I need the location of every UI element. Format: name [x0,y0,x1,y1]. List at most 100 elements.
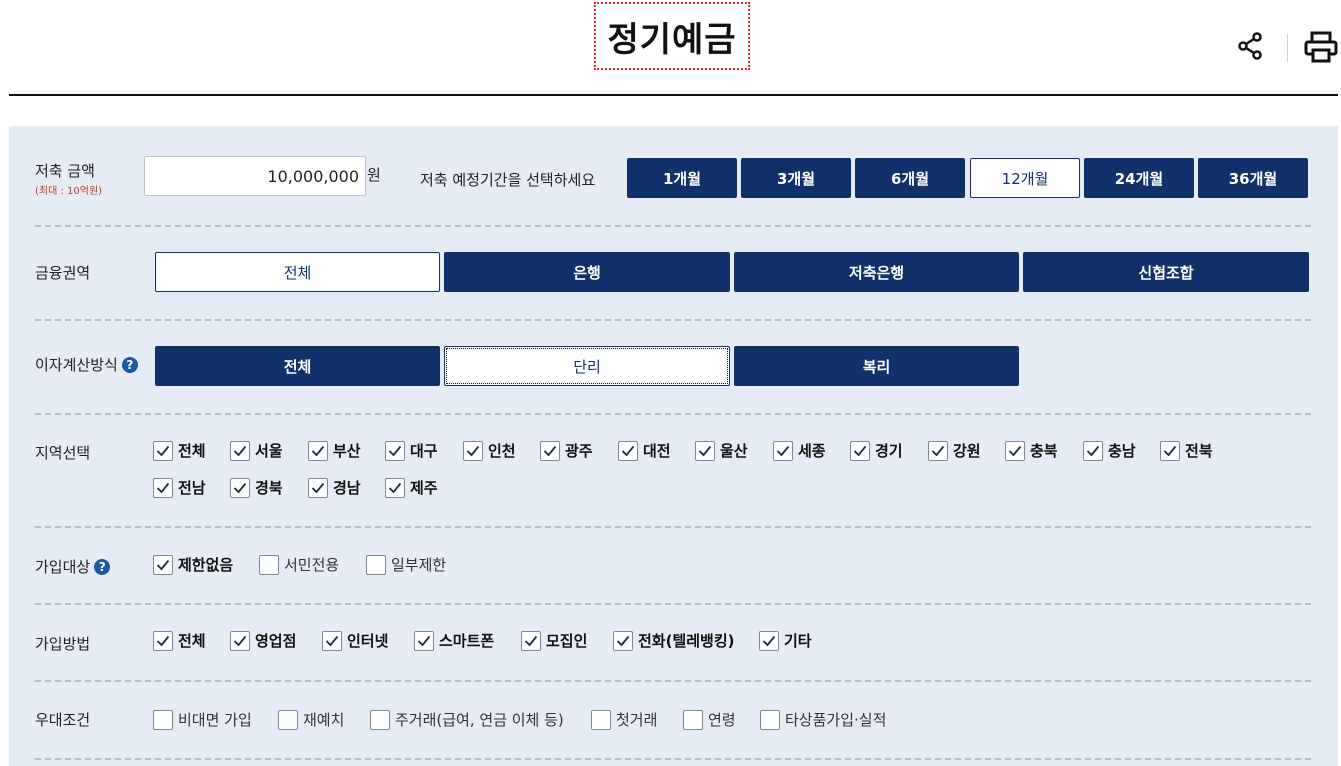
region-checkbox[interactable]: 경북 [230,477,283,498]
interest-simple-button[interactable]: 단리 [444,346,730,386]
checkmark-icon[interactable] [153,630,173,651]
region-checkbox[interactable]: 경기 [850,440,903,461]
amount-input[interactable] [144,156,366,196]
sector-all-button[interactable]: 전체 [155,252,440,292]
region-checkbox[interactable]: 울산 [695,440,748,461]
checkbox-box[interactable] [278,709,298,730]
region-row: 지역선택 전체 서울 부산 대구 인천 광주 대전 울산 세종 경기 강원 충북 충남 전북 전남 경북 경남 제… [9,414,1338,528]
benefit-checkbox[interactable]: 연령 [683,709,736,730]
checkmark-icon[interactable] [1005,440,1025,461]
checkbox-box[interactable] [760,709,780,730]
checkbox-box[interactable] [366,554,386,575]
sector-savings-bank-button[interactable]: 저축은행 [734,252,1019,292]
benefit-checkbox[interactable]: 첫거래 [591,709,657,730]
method-checkbox[interactable]: 모집인 [521,630,587,651]
checkmark-icon[interactable] [308,440,328,461]
checkmark-icon[interactable] [540,440,560,461]
benefit-checkbox[interactable]: 재예치 [278,709,344,730]
checkmark-icon[interactable] [230,440,250,461]
region-checkbox[interactable]: 제주 [385,477,438,498]
checkmark-icon[interactable] [308,477,328,498]
target-checkbox[interactable]: 일부제한 [366,554,446,575]
region-checkbox-label: 제주 [410,479,438,497]
checkmark-icon[interactable] [153,477,173,498]
region-checkbox[interactable]: 서울 [230,440,283,461]
period-1-month-button[interactable]: 1개월 [627,158,737,198]
period-24-month-button[interactable]: 24개월 [1084,158,1194,198]
checkmark-icon[interactable] [773,440,793,461]
sector-label: 금융권역 [35,264,91,282]
checkmark-icon[interactable] [695,440,715,461]
sector-row: 금융권역 전체 은행 저축은행 신협조합 [9,226,1338,321]
interest-compound-button[interactable]: 복리 [734,346,1019,386]
region-checkbox[interactable]: 인천 [463,440,516,461]
method-checkbox-label: 영업점 [255,632,297,650]
target-checkbox[interactable]: 서민전용 [259,554,339,575]
region-checkbox[interactable]: 전북 [1160,440,1213,461]
share-icon[interactable] [1236,31,1264,61]
region-checkbox[interactable]: 충남 [1083,440,1136,461]
checkmark-icon[interactable] [613,630,633,651]
period-3-month-button[interactable]: 3개월 [741,158,851,198]
checkmark-icon[interactable] [385,440,405,461]
checkmark-icon[interactable] [385,477,405,498]
method-label: 가입방법 [35,635,91,653]
region-checkbox[interactable]: 경남 [308,477,361,498]
checkmark-icon[interactable] [1160,440,1180,461]
method-checkbox-label: 스마트폰 [439,632,495,650]
method-checkbox[interactable]: 전화(텔레뱅킹) [613,630,735,651]
method-checkbox[interactable]: 인터넷 [322,630,388,651]
region-checkbox-label: 대전 [643,442,671,460]
checkbox-box[interactable] [370,709,390,730]
checkmark-icon[interactable] [153,440,173,461]
checkbox-box[interactable] [683,709,703,730]
region-checkbox[interactable]: 세종 [773,440,826,461]
period-12-month-button[interactable]: 12개월 [970,158,1080,198]
target-checkbox[interactable]: 제한없음 [153,554,233,575]
benefit-row: 우대조건 비대면 가입 재예치 주거래(급여, 연금 이체 등) 첫거래 연령 타상품가입… [9,680,1338,760]
question-icon[interactable]: ? [121,357,138,373]
method-checkbox[interactable]: 기타 [759,630,812,651]
region-checkbox[interactable]: 광주 [540,440,593,461]
region-checkbox[interactable]: 충북 [1005,440,1058,461]
checkbox-box[interactable] [153,709,173,730]
checkmark-icon[interactable] [463,440,483,461]
checkmark-icon[interactable] [928,440,948,461]
region-checkbox[interactable]: 대구 [385,440,438,461]
benefit-checkbox[interactable]: 비대면 가입 [153,709,252,730]
method-checkbox-label: 전화(텔레뱅킹) [638,632,735,650]
region-checkbox[interactable]: 강원 [928,440,981,461]
checkmark-icon[interactable] [618,440,638,461]
interest-label-text: 이자계산방식 [35,356,118,374]
checkmark-icon[interactable] [153,554,173,575]
checkbox-box[interactable] [591,709,611,730]
question-icon[interactable]: ? [94,559,111,575]
region-checkbox[interactable]: 전체 [153,440,206,461]
period-36-month-button[interactable]: 36개월 [1198,158,1308,198]
print-icon[interactable] [1304,31,1338,63]
checkmark-icon[interactable] [414,630,434,651]
checkmark-icon[interactable] [230,477,250,498]
method-checkbox[interactable]: 스마트폰 [414,630,494,651]
interest-all-button[interactable]: 전체 [155,346,440,386]
region-checkbox[interactable]: 전남 [153,477,206,498]
benefit-checkbox[interactable]: 주거래(급여, 연금 이체 등) [370,709,564,730]
region-checkbox[interactable]: 부산 [308,440,361,461]
sector-credit-union-button[interactable]: 신협조합 [1023,252,1309,292]
benefit-checkbox[interactable]: 타상품가입·실적 [760,709,886,730]
checkmark-icon[interactable] [1083,440,1103,461]
period-6-month-button[interactable]: 6개월 [855,158,965,198]
checkbox-box[interactable] [259,554,279,575]
checkmark-icon[interactable] [322,630,342,651]
region-checkbox-label: 울산 [720,442,748,460]
method-checkbox[interactable]: 영업점 [230,630,296,651]
checkmark-icon[interactable] [521,630,541,651]
checkmark-icon[interactable] [759,630,779,651]
checkmark-icon[interactable] [850,440,870,461]
checkmark-icon[interactable] [230,630,250,651]
method-checkbox[interactable]: 전체 [153,630,206,651]
amount-max-note: (최대 : 10억원) [35,186,103,197]
target-checkbox-label: 서민전용 [284,556,340,574]
sector-bank-button[interactable]: 은행 [444,252,730,292]
region-checkbox[interactable]: 대전 [618,440,671,461]
